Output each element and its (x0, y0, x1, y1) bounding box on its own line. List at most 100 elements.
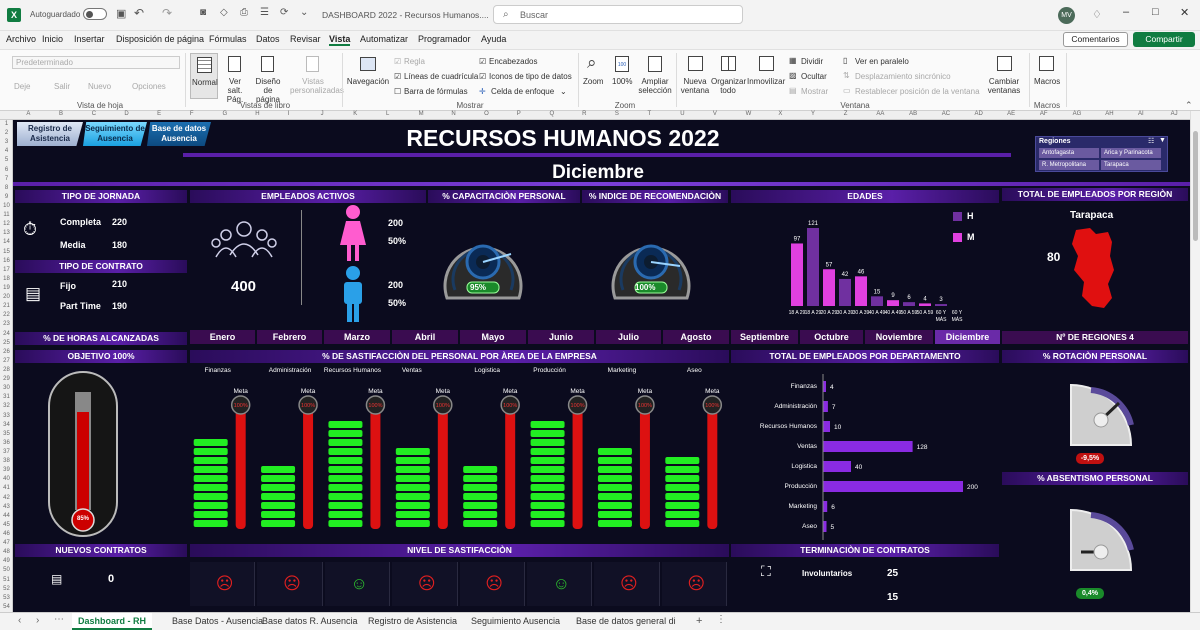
month-mayo[interactable]: Mayo (460, 330, 526, 344)
row-header[interactable]: 18 (0, 276, 13, 282)
nav-base-datos-ausencia[interactable]: Base de datos Ausencia (147, 122, 211, 146)
column-header-r[interactable]: R (582, 111, 586, 117)
sync-scroll-button[interactable]: Desplazamiento sincrónico (855, 72, 951, 81)
focus-cell-icon[interactable]: ✛ (479, 87, 486, 96)
tab-base-datos-ausencia[interactable]: Base Datos - Ausencia (166, 613, 269, 630)
save-icon[interactable]: ▣ (116, 7, 126, 20)
row-header[interactable]: 26 (0, 349, 13, 355)
sheetview-dejar[interactable]: Deje (14, 82, 30, 91)
close-icon[interactable]: ✕ (1180, 6, 1189, 19)
row-header[interactable]: 52 (0, 586, 13, 592)
row-header[interactable]: 35 (0, 431, 13, 437)
print-icon[interactable]: ⎙ (240, 7, 248, 18)
menu-vista[interactable]: Vista (329, 34, 351, 46)
row-header[interactable]: 21 (0, 303, 13, 309)
row-header[interactable]: 17 (0, 267, 13, 273)
tab-registro-asistencia[interactable]: Registro de Asistencia (362, 613, 463, 630)
row-header[interactable]: 39 (0, 467, 13, 473)
sheetview-opciones[interactable]: Opciones (132, 82, 166, 91)
row-header[interactable]: 22 (0, 312, 13, 318)
redo-icon[interactable]: ↷ (162, 6, 172, 20)
row-header[interactable]: 14 (0, 239, 13, 245)
column-header-l[interactable]: L (386, 111, 389, 117)
checkbox-lineas[interactable]: ☑ (394, 72, 401, 81)
row-header[interactable]: 48 (0, 549, 13, 555)
row-header[interactable]: 11 (0, 212, 13, 218)
checkbox-barra[interactable]: ☐ (394, 87, 401, 96)
row-header[interactable]: 6 (0, 167, 13, 173)
row-header[interactable]: 13 (0, 230, 13, 236)
hide-button[interactable]: Ocultar (801, 72, 827, 81)
row-header[interactable]: 40 (0, 476, 13, 482)
navigation-button[interactable]: Navegación (346, 53, 390, 99)
focus-cell-dropdown-icon[interactable]: ⌄ (560, 87, 567, 96)
menu-formulas[interactable]: Fórmulas (209, 34, 247, 44)
column-header-a[interactable]: A (26, 111, 30, 117)
sheetview-salir[interactable]: Salir (54, 82, 70, 91)
column-header-o[interactable]: O (484, 111, 489, 117)
row-header[interactable]: 36 (0, 440, 13, 446)
month-noviembre[interactable]: Noviembre (865, 330, 933, 344)
column-header-w[interactable]: W (746, 111, 752, 117)
row-header[interactable]: 28 (0, 367, 13, 373)
column-header-m[interactable]: M (419, 111, 424, 117)
column-header-j[interactable]: J (321, 111, 324, 117)
column-header-k[interactable]: K (353, 111, 357, 117)
split-button[interactable]: Dividir (801, 57, 823, 66)
row-header[interactable]: 12 (0, 221, 13, 227)
slicer-item-antofagasta[interactable]: Antofagasta (1039, 148, 1099, 158)
side-by-side-button[interactable]: Ver en paralelo (855, 57, 909, 66)
clear-filter-icon[interactable]: ▼ (1159, 137, 1166, 144)
menu-ayuda[interactable]: Ayuda (481, 34, 506, 44)
column-header-v[interactable]: V (713, 111, 717, 117)
row-header[interactable]: 32 (0, 403, 13, 409)
row-header[interactable]: 16 (0, 258, 13, 264)
sheetview-nuevo[interactable]: Nuevo (88, 82, 111, 91)
row-header[interactable]: 7 (0, 176, 13, 182)
menu-revisar[interactable]: Revisar (290, 34, 321, 44)
row-header[interactable]: 3 (0, 139, 13, 145)
freeze-panes-button[interactable]: Inmovilizar (747, 53, 785, 99)
menu-automatizar[interactable]: Automatizar (360, 34, 408, 44)
search-box[interactable]: ⌕ Buscar (493, 5, 743, 24)
row-header[interactable]: 51 (0, 577, 13, 583)
reset-position-button[interactable]: Restablecer posición de la ventana (855, 87, 980, 96)
row-header[interactable]: 46 (0, 531, 13, 537)
column-header-y[interactable]: Y (811, 111, 815, 117)
month-agosto[interactable]: Agosto (663, 330, 729, 344)
row-header[interactable]: 44 (0, 513, 13, 519)
column-header-z[interactable]: Z (844, 111, 848, 117)
undo-icon[interactable]: ↶ (134, 6, 144, 20)
menu-datos[interactable]: Datos (256, 34, 280, 44)
row-header[interactable]: 19 (0, 285, 13, 291)
share-button[interactable]: Compartir (1133, 32, 1195, 47)
lightbulb-icon[interactable]: ♢ (1092, 8, 1102, 21)
month-julio[interactable]: Julio (596, 330, 661, 344)
column-header-h[interactable]: H (255, 111, 259, 117)
month-febrero[interactable]: Febrero (257, 330, 322, 344)
collapse-ribbon-icon[interactable]: ⌃ (1185, 100, 1193, 111)
zoom-100-button[interactable]: 100 100% (610, 53, 636, 99)
row-header[interactable]: 1 (0, 121, 13, 127)
column-header-t[interactable]: T (648, 111, 652, 117)
row-header[interactable]: 53 (0, 595, 13, 601)
column-header-c[interactable]: C (92, 111, 96, 117)
zoom-button[interactable]: ⌕ Zoom (582, 53, 608, 99)
row-header[interactable]: 27 (0, 358, 13, 364)
multiselect-icon[interactable]: ☷ (1148, 137, 1154, 145)
row-header[interactable]: 49 (0, 558, 13, 564)
month-marzo[interactable]: Marzo (324, 330, 390, 344)
row-header[interactable]: 38 (0, 458, 13, 464)
row-header[interactable]: 42 (0, 495, 13, 501)
row-header[interactable]: 24 (0, 331, 13, 337)
tab-scroll-left-icon[interactable]: ‹ (18, 615, 21, 626)
slicer-item-metropolitana[interactable]: R. Metropolitana (1039, 160, 1099, 170)
month-diciembre[interactable]: Diciembre (935, 330, 1000, 344)
row-header[interactable]: 23 (0, 321, 13, 327)
row-header[interactable]: 54 (0, 604, 13, 610)
column-header-ab[interactable]: AB (909, 111, 917, 117)
row-header[interactable]: 10 (0, 203, 13, 209)
column-header-x[interactable]: X (778, 111, 782, 117)
column-header-u[interactable]: U (680, 111, 684, 117)
sheet-view-dropdown[interactable]: Predeterminado (12, 56, 180, 69)
